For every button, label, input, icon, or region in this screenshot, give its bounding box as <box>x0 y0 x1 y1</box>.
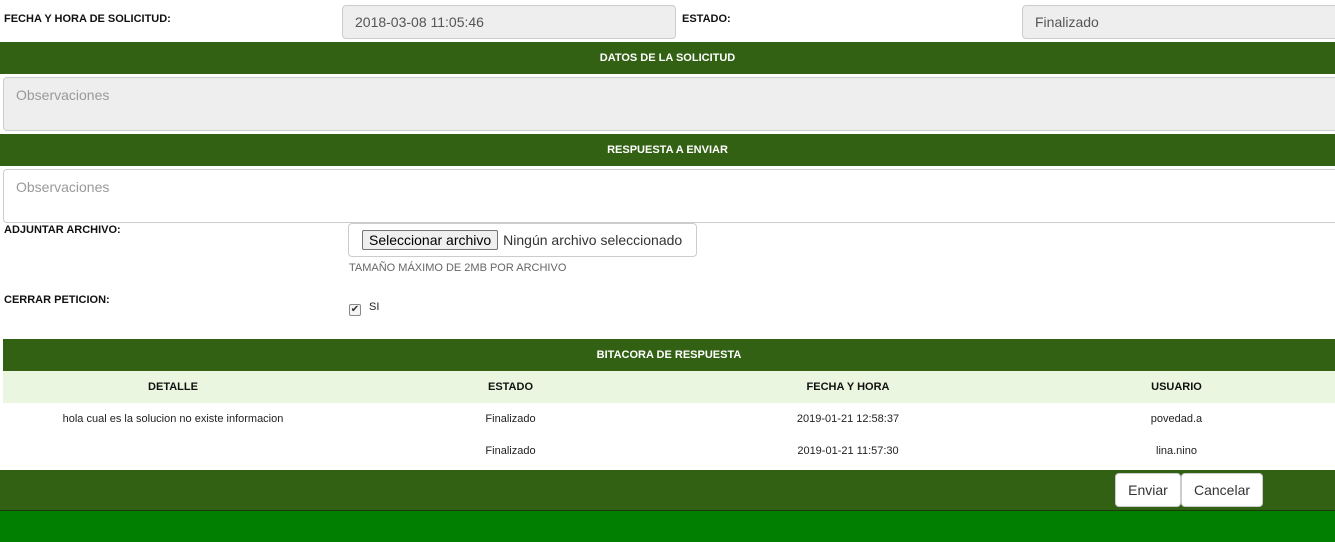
file-status-text: Ningún archivo seleccionado <box>503 232 683 248</box>
attachment-label: ADJUNTAR ARCHIVO: <box>4 224 121 236</box>
column-header-usuario: USUARIO <box>1151 381 1202 393</box>
status-field[interactable]: Finalizado <box>1022 5 1335 39</box>
file-input[interactable]: Seleccionar archivo Ningún archivo selec… <box>348 223 697 257</box>
table-row: hola cual es la solucion no existe infor… <box>3 403 1335 435</box>
request-date-label: FECHA Y HORA DE SOLICITUD: <box>4 13 171 25</box>
column-header-detalle: DETALLE <box>148 381 198 393</box>
file-size-help: TAMAÑO MÁXIMO DE 2MB POR ARCHIVO <box>349 262 567 274</box>
cancel-button[interactable]: Cancelar <box>1181 473 1263 507</box>
section-header-bitacora: BITACORA DE RESPUESTA <box>3 339 1335 371</box>
bottom-bar <box>0 510 1335 542</box>
log-table: DETALLE ESTADO FECHA Y HORA USUARIO hola… <box>3 371 1335 467</box>
respuesta-observaciones-field[interactable]: Observaciones <box>3 169 1335 223</box>
cell-usuario: povedad.a <box>1150 413 1203 425</box>
request-date-field[interactable]: 2018-03-08 11:05:46 <box>342 5 676 39</box>
close-request-label: CERRAR PETICION: <box>4 294 110 306</box>
status-label: ESTADO: <box>682 13 731 25</box>
table-row: Finalizado 2019-01-21 11:57:30 lina.nino <box>3 435 1335 467</box>
cell-detalle: hola cual es la solucion no existe infor… <box>62 413 284 425</box>
section-header-datos: DATOS DE LA SOLICITUD <box>0 42 1335 74</box>
cell-fecha: 2019-01-21 11:57:30 <box>797 445 899 457</box>
cell-estado: Finalizado <box>485 413 536 425</box>
datos-observaciones-field[interactable]: Observaciones <box>3 77 1335 131</box>
cell-usuario: lina.nino <box>1156 445 1197 457</box>
send-button[interactable]: Enviar <box>1115 473 1181 507</box>
checkmark-icon: ✔ <box>350 304 360 315</box>
column-header-fecha: FECHA Y HORA <box>806 381 890 393</box>
choose-file-button[interactable]: Seleccionar archivo <box>362 230 499 250</box>
close-request-option-label: SI <box>369 301 380 313</box>
cell-estado: Finalizado <box>485 445 536 457</box>
cell-fecha: 2019-01-21 12:58:37 <box>796 413 900 425</box>
close-request-checkbox[interactable]: ✔ <box>349 304 361 316</box>
section-header-respuesta: RESPUESTA A ENVIAR <box>0 134 1335 166</box>
log-table-header: DETALLE ESTADO FECHA Y HORA USUARIO <box>3 371 1335 403</box>
column-header-estado: ESTADO <box>487 381 534 393</box>
